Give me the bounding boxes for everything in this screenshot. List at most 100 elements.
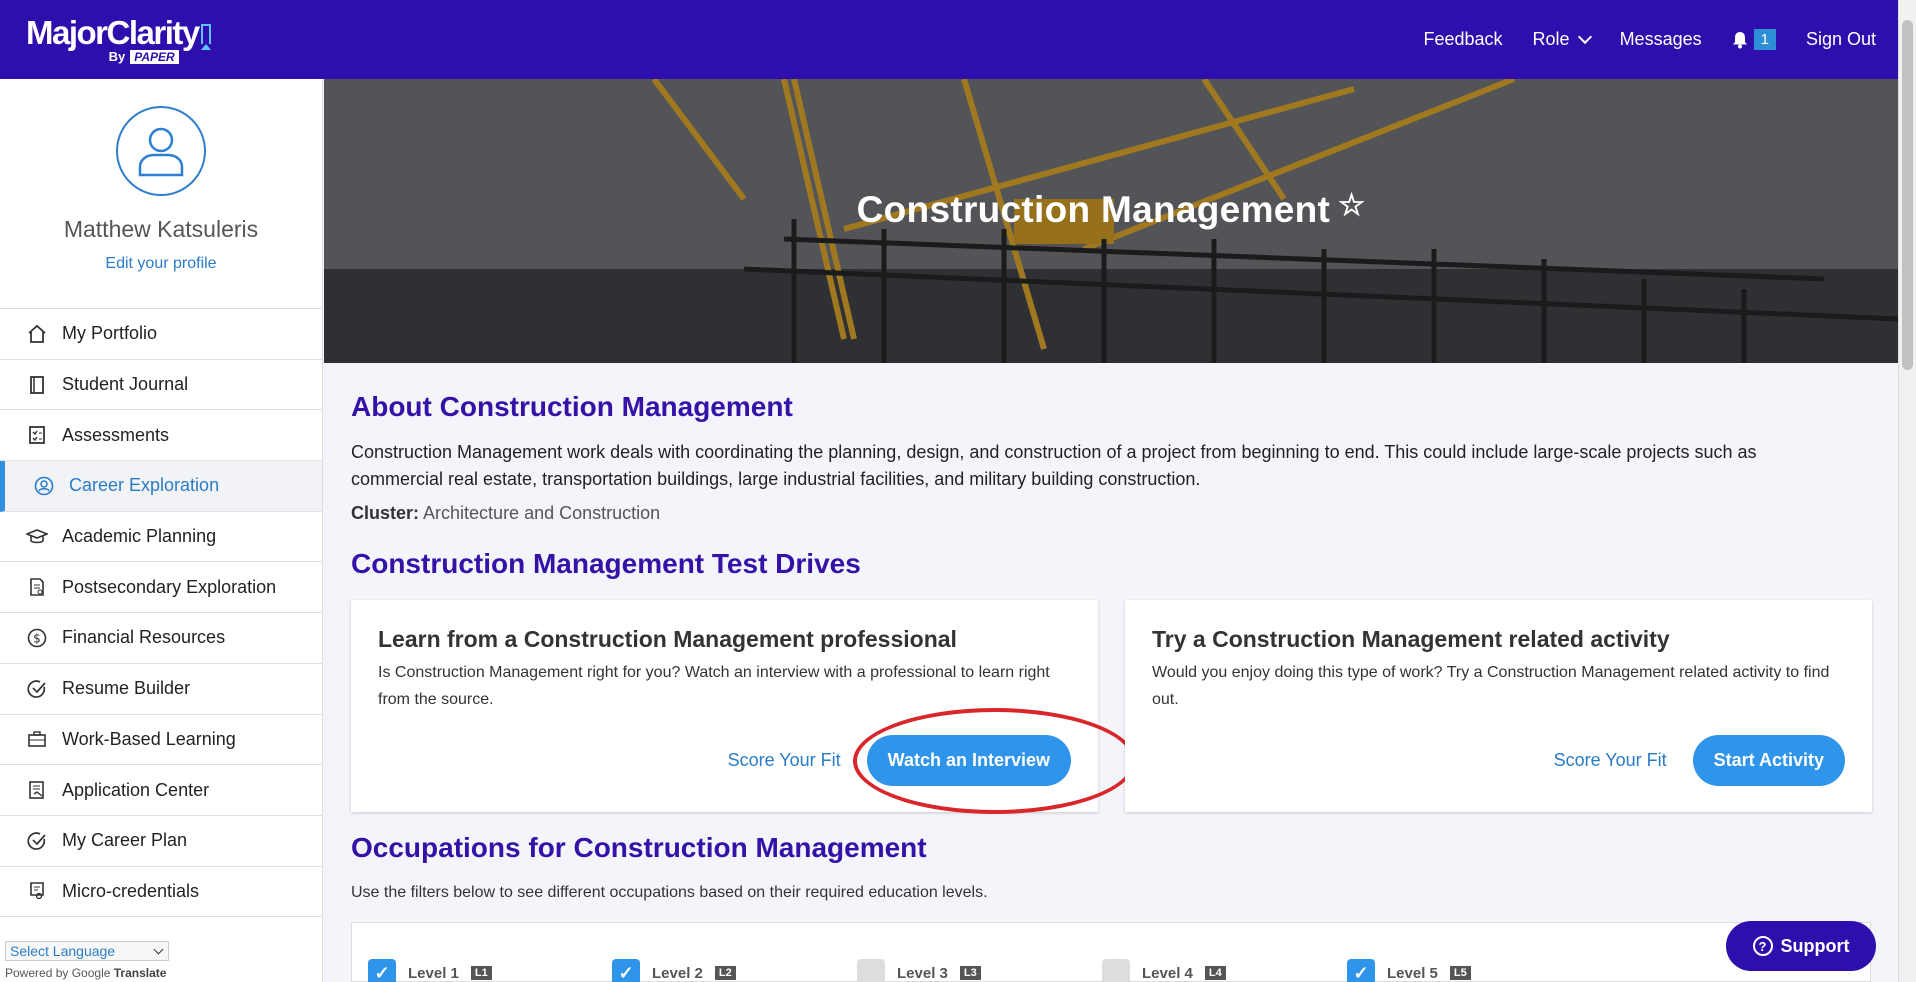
level-filter-1[interactable]: ✓ Level 1 L1 — [368, 959, 492, 982]
powered-by-text: Powered by — [5, 966, 69, 980]
test-drive-cards: Learn from a Construction Management pro… — [351, 600, 1872, 814]
sidebar-item-micro-credentials[interactable]: Micro-credentials — [0, 867, 322, 918]
logo-wordmark: MajorClarity — [26, 13, 200, 51]
sidebar-item-label: Academic Planning — [62, 526, 217, 547]
level-filter-2[interactable]: ✓ Level 2 L2 — [612, 959, 736, 982]
score-your-fit-link[interactable]: Score Your Fit — [728, 750, 841, 771]
sidebar-item-student-journal[interactable]: Student Journal — [0, 360, 322, 411]
level-filter-3[interactable]: Level 3 L3 — [857, 959, 981, 982]
card-description: Is Construction Management right for you… — [378, 664, 1050, 708]
level-tag: L4 — [1204, 966, 1226, 980]
sign-out-link[interactable]: Sign Out — [1806, 29, 1876, 50]
sidebar-item-label: Application Center — [62, 779, 210, 800]
avatar[interactable] — [116, 106, 206, 196]
interview-card: Learn from a Construction Management pro… — [351, 600, 1136, 814]
sidebar-item-resume-builder[interactable]: Resume Builder — [0, 664, 322, 715]
cluster-label: Cluster: — [351, 503, 420, 523]
sidebar-item-postsecondary-exploration[interactable]: Postsecondary Exploration — [0, 562, 322, 614]
level-label: Level 2 — [652, 964, 703, 982]
career-title: Construction Management ☆ — [324, 189, 1898, 231]
language-select[interactable]: Select Language — [5, 941, 169, 961]
profile-panel: Matthew Katsuleris Edit your profile — [0, 79, 322, 309]
edit-profile-link[interactable]: Edit your profile — [0, 255, 322, 273]
level-filter-5[interactable]: ✓ Level 5 L5 — [1347, 959, 1471, 982]
sidebar-item-label: My Career Plan — [62, 830, 188, 851]
sidebar-menu: My Portfolio Student Journal Assessments Ca… — [0, 309, 322, 918]
level-filter-4[interactable]: Level 4 L4 — [1102, 959, 1226, 982]
activity-card: Try a Construction Management related ac… — [1125, 600, 1872, 812]
about-heading: About Construction Management — [351, 391, 793, 422]
card-description: Would you enjoy doing this type of work?… — [1152, 664, 1830, 708]
checkbox-checked-icon[interactable]: ✓ — [612, 959, 640, 982]
sidebar-item-label: Micro-credentials — [62, 880, 200, 901]
sidebar-item-label: Postsecondary Exploration — [62, 576, 277, 597]
level-tag: L3 — [959, 966, 981, 980]
sidebar-item-work-based-learning[interactable]: Work-Based Learning — [0, 715, 322, 766]
sidebar-item-my-portfolio[interactable]: My Portfolio — [0, 309, 322, 360]
career-details: About Construction Management Constructi… — [324, 391, 1898, 982]
sidebar-item-label: Financial Resources — [62, 627, 226, 648]
chevron-down-icon — [1577, 29, 1592, 44]
sidebar-item-application-center[interactable]: Application Center — [0, 765, 322, 816]
notification-count-badge: 1 — [1753, 29, 1776, 50]
level-tag: L5 — [1449, 966, 1471, 980]
cluster-value: Architecture and Construction — [423, 503, 661, 523]
role-dropdown[interactable]: Role — [1532, 29, 1592, 50]
card-title: Learn from a Construction Management pro… — [378, 626, 957, 652]
sidebar-item-assessments[interactable]: Assessments — [0, 410, 322, 462]
sidebar-item-label: My Portfolio — [62, 323, 158, 344]
chevron-down-icon — [153, 944, 164, 954]
certificate-icon — [26, 880, 48, 902]
favorite-star-icon[interactable]: ☆ — [1338, 188, 1365, 223]
sidebar-item-financial-resources[interactable]: $ Financial Resources — [0, 613, 322, 664]
start-activity-button[interactable]: Start Activity — [1692, 735, 1845, 786]
journal-icon — [26, 374, 48, 396]
svg-text:$: $ — [33, 631, 41, 645]
page-scrollbar[interactable] — [1898, 0, 1916, 982]
bell-icon — [1732, 31, 1748, 49]
role-label: Role — [1532, 29, 1570, 49]
sidebar: Matthew Katsuleris Edit your profile My … — [0, 79, 323, 982]
powered-by-google-translate: Powered by Google Translate — [5, 966, 166, 980]
bookmark-icon — [200, 23, 211, 50]
sidebar-item-academic-planning[interactable]: Academic Planning — [0, 512, 322, 563]
level-label: Level 5 — [1387, 964, 1438, 982]
card-title: Try a Construction Management related ac… — [1152, 626, 1670, 652]
watch-interview-button[interactable]: Watch an Interview — [866, 735, 1071, 786]
main-content: Construction Management ☆ About Construc… — [324, 79, 1898, 982]
checkbox-checked-icon[interactable]: ✓ — [368, 959, 396, 982]
level-label: Level 4 — [1142, 964, 1193, 982]
hero-banner: Construction Management ☆ — [324, 79, 1898, 363]
sidebar-item-label: Resume Builder — [62, 678, 191, 699]
notifications-button[interactable]: 1 — [1732, 29, 1776, 50]
sidebar-item-career-exploration[interactable]: Career Exploration — [0, 461, 322, 512]
occupations-instructions: Use the filters below to see different o… — [351, 884, 988, 901]
support-button[interactable]: ? Support — [1726, 921, 1876, 971]
graduation-cap-icon — [26, 526, 48, 548]
sidebar-item-label: Career Exploration — [69, 475, 220, 496]
language-select-label: Select Language — [10, 943, 116, 959]
sidebar-item-my-career-plan[interactable]: My Career Plan — [0, 816, 322, 867]
check-circle-icon — [26, 830, 48, 852]
checkbox-unchecked-icon[interactable] — [1102, 959, 1130, 982]
google-text: Google — [71, 966, 111, 980]
checkbox-checked-icon[interactable]: ✓ — [1347, 959, 1375, 982]
messages-link[interactable]: Messages — [1620, 29, 1702, 50]
check-circle-icon — [26, 678, 48, 700]
checkbox-unchecked-icon[interactable] — [857, 959, 885, 982]
scrollbar-thumb[interactable] — [1902, 20, 1913, 370]
logo-by: By — [108, 49, 126, 64]
about-description: Construction Management work deals with … — [351, 442, 1757, 489]
card-actions: Score Your Fit Start Activity — [1554, 735, 1845, 786]
document-icon — [26, 576, 48, 598]
majorclarity-logo[interactable]: MajorClarity By PAPER — [26, 16, 211, 64]
card-actions: Score Your Fit Watch an Interview — [728, 735, 1071, 786]
level-tag: L2 — [714, 966, 736, 980]
cluster-info: Cluster: Architecture and Construction — [351, 503, 1871, 524]
dollar-icon: $ — [26, 627, 48, 649]
level-label: Level 3 — [897, 964, 948, 982]
feedback-link[interactable]: Feedback — [1423, 29, 1502, 50]
score-your-fit-link[interactable]: Score Your Fit — [1554, 750, 1667, 771]
briefcase-icon — [26, 728, 48, 750]
translate-link[interactable]: Translate — [114, 966, 167, 980]
